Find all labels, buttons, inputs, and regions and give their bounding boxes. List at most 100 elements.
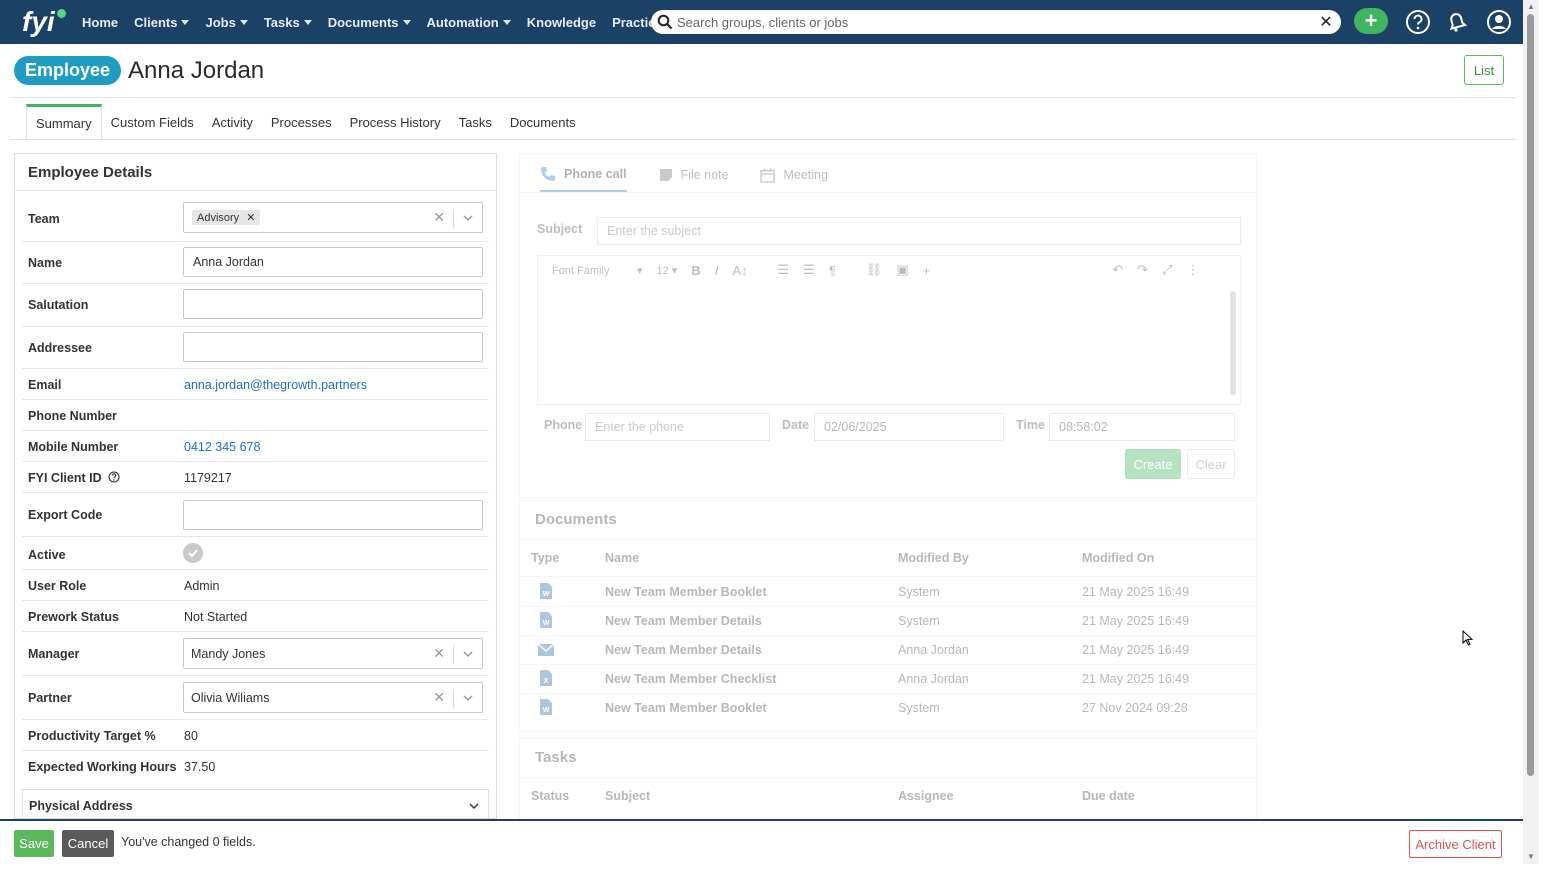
- page-scrollbar[interactable]: ▲ ▼: [1523, 0, 1539, 864]
- more-icon[interactable]: ⋮: [1186, 262, 1199, 278]
- export-code-input[interactable]: [183, 500, 483, 530]
- svg-text:W: W: [543, 620, 550, 627]
- tab-meeting[interactable]: Meeting: [760, 166, 828, 192]
- tab-processes[interactable]: Processes: [262, 104, 341, 140]
- column-header[interactable]: Assignee: [898, 789, 954, 803]
- cancel-button[interactable]: Cancel: [62, 830, 114, 857]
- scroll-thumb[interactable]: [1527, 14, 1534, 776]
- font-family-select[interactable]: Font Family ▾: [552, 264, 643, 277]
- chevron-down-icon[interactable]: [462, 212, 474, 224]
- bold-icon[interactable]: B: [691, 263, 700, 278]
- name-input[interactable]: [183, 247, 483, 277]
- tab-tasks[interactable]: Tasks: [450, 104, 501, 140]
- paragraph-icon[interactable]: ¶: [829, 263, 836, 278]
- subject-input[interactable]: [597, 217, 1241, 245]
- partner-row: Partner Olivia Wiliams ✕: [22, 676, 489, 720]
- font-size-label: 12: [656, 264, 669, 277]
- column-header[interactable]: Modified On: [1082, 551, 1154, 565]
- user-icon[interactable]: [1485, 8, 1513, 36]
- link-icon[interactable]: ⛓: [866, 262, 883, 278]
- nav-item-clients[interactable]: Clients: [126, 15, 197, 30]
- date-input[interactable]: [814, 413, 1004, 441]
- info-icon[interactable]: [108, 471, 120, 483]
- physical-address-accordion[interactable]: Physical Address: [22, 789, 489, 818]
- tab-summary[interactable]: Summary: [26, 104, 102, 140]
- mobile-link[interactable]: 0412 345 678: [184, 440, 260, 454]
- search-input[interactable]: [677, 14, 1315, 30]
- nav-item-documents[interactable]: Documents: [320, 15, 419, 30]
- table-row[interactable]: W New Team Member Details System 21 May …: [520, 607, 1256, 636]
- nav-item-jobs[interactable]: Jobs: [197, 15, 255, 30]
- salutation-input[interactable]: [183, 289, 483, 319]
- text-style-icon[interactable]: A↕: [732, 263, 747, 278]
- table-row[interactable]: W New Team Member Booklet System 27 Nov …: [520, 694, 1256, 723]
- create-button[interactable]: Create: [1125, 449, 1181, 479]
- nav-item-tasks[interactable]: Tasks: [256, 15, 320, 30]
- productivity-row: Productivity Target % 80: [22, 720, 489, 751]
- column-header[interactable]: Status: [531, 789, 569, 803]
- fullscreen-icon[interactable]: ⤢: [1162, 262, 1172, 278]
- time-input[interactable]: [1049, 413, 1235, 441]
- clear-button[interactable]: Clear: [1187, 449, 1235, 479]
- clear-search-icon[interactable]: ✕: [1315, 11, 1337, 33]
- team-select[interactable]: Advisory ✕ ✕: [183, 202, 483, 233]
- tab-process-history[interactable]: Process History: [341, 104, 450, 140]
- table-row[interactable]: New Team Member Details Anna Jordan 21 M…: [520, 636, 1256, 665]
- editor-scrollbar[interactable]: [1230, 291, 1236, 395]
- align-icon[interactable]: ☰: [778, 262, 790, 278]
- active-label: Active: [28, 548, 66, 562]
- tab-file-note[interactable]: File note: [659, 166, 728, 192]
- column-header[interactable]: Type: [531, 551, 559, 565]
- table-row[interactable]: X New Team Member Checklist Anna Jordan …: [520, 665, 1256, 694]
- fyi-logo[interactable]: fyi: [22, 4, 66, 40]
- clear-icon[interactable]: ✕: [433, 209, 445, 226]
- scroll-down-icon[interactable]: ▼: [1527, 852, 1535, 861]
- save-button[interactable]: Save: [14, 830, 54, 857]
- partner-label: Partner: [28, 691, 72, 705]
- chevron-down-icon[interactable]: [462, 648, 474, 660]
- chevron-down-icon[interactable]: [462, 692, 474, 704]
- tab-phone-call[interactable]: Phone call: [540, 166, 627, 192]
- add-new-button[interactable]: +: [1354, 8, 1388, 34]
- tab-bar: Summary Custom Fields Activity Processes…: [26, 104, 585, 140]
- rich-text-editor[interactable]: Font Family ▾ 12 ▾ B I A↕ ☰ ☰ ¶ ⛓ ▣ + ↶ …: [537, 255, 1241, 405]
- tab-documents[interactable]: Documents: [501, 104, 585, 140]
- column-header[interactable]: Name: [605, 551, 639, 565]
- column-header[interactable]: Due date: [1082, 789, 1135, 803]
- insert-icon[interactable]: +: [923, 263, 931, 278]
- top-navigation-bar: fyi Home Clients Jobs Tasks Documents Au…: [0, 0, 1523, 44]
- client-id-value: 1179217: [184, 471, 232, 485]
- nav-item-knowledge[interactable]: Knowledge: [519, 15, 604, 30]
- redo-icon[interactable]: ↷: [1137, 262, 1148, 278]
- tab-custom-fields[interactable]: Custom Fields: [102, 104, 203, 140]
- active-checkbox[interactable]: [183, 543, 203, 563]
- phone-input[interactable]: [585, 413, 770, 441]
- clear-icon[interactable]: ✕: [433, 689, 445, 706]
- italic-icon[interactable]: I: [715, 263, 719, 278]
- partner-select[interactable]: Olivia Wiliams ✕: [183, 682, 483, 713]
- font-family-label: Font Family: [552, 264, 610, 277]
- table-row[interactable]: W New Team Member Booklet System 21 May …: [520, 578, 1256, 607]
- undo-icon[interactable]: ↶: [1112, 262, 1123, 278]
- archive-client-button[interactable]: Archive Client: [1409, 830, 1502, 858]
- font-size-select[interactable]: 12 ▾: [657, 264, 678, 277]
- help-icon[interactable]: [1404, 8, 1432, 36]
- manager-select[interactable]: Mandy Jones ✕: [183, 638, 483, 669]
- email-link[interactable]: anna.jordan@thegrowth.partners: [184, 378, 367, 392]
- column-header[interactable]: Modified By: [898, 551, 969, 565]
- image-icon[interactable]: ▣: [896, 262, 908, 278]
- remove-chip-icon[interactable]: ✕: [246, 211, 255, 224]
- editor-toolbar: Font Family ▾ 12 ▾ B I A↕ ☰ ☰ ¶ ⛓ ▣ + ↶ …: [538, 256, 1240, 284]
- clear-icon[interactable]: ✕: [433, 645, 445, 662]
- scroll-up-icon[interactable]: ▲: [1527, 2, 1535, 11]
- nav-item-home[interactable]: Home: [74, 15, 126, 30]
- list-icon[interactable]: ☰: [803, 262, 815, 278]
- working-hours-value: 37.50: [184, 760, 216, 774]
- tab-activity[interactable]: Activity: [203, 104, 262, 140]
- nav-item-automation[interactable]: Automation: [419, 15, 519, 30]
- list-button[interactable]: List: [1464, 55, 1504, 85]
- addressee-input[interactable]: [183, 332, 483, 362]
- column-header[interactable]: Subject: [605, 789, 650, 803]
- bell-icon[interactable]: [1443, 8, 1471, 36]
- client-id-label-text: FYI Client ID: [28, 471, 102, 485]
